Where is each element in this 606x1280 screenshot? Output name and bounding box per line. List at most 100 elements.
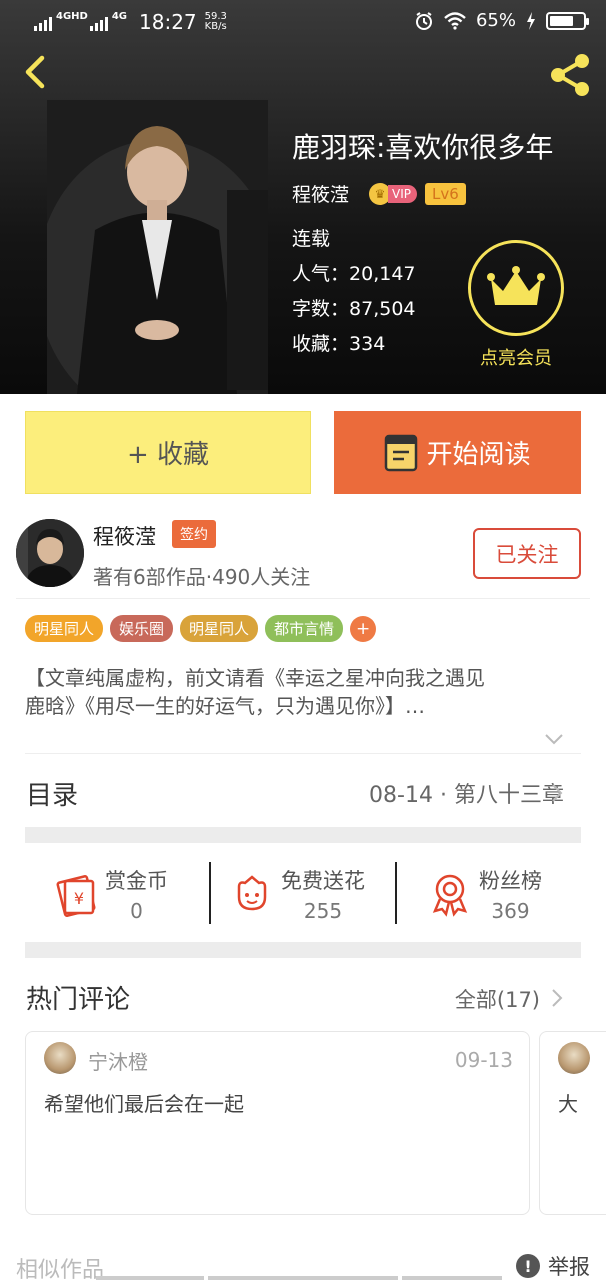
report-button[interactable]: ! 举报 (516, 1251, 590, 1280)
author-works: 著有6部作品 (93, 565, 206, 589)
similar-item-edge (208, 1276, 398, 1280)
tag-list: 明星同人 娱乐圈 明星同人 都市言情 + (25, 615, 377, 642)
start-reading-button[interactable]: 开始阅读 (334, 411, 581, 494)
add-favorite-button[interactable]: + 收藏 (25, 411, 311, 494)
comment-text: 大 (558, 1092, 578, 1116)
battery-icon (546, 11, 589, 30)
reward-value: 369 (491, 899, 530, 923)
reward-label: 免费送花 (281, 869, 365, 893)
section-divider (25, 942, 581, 958)
tag-item[interactable]: 明星同人 (25, 615, 104, 642)
signal-icon (89, 13, 108, 31)
alert-icon: ! (516, 1254, 540, 1278)
book-stats: 连载 人气：20,147 字数：87,504 收藏：334 (292, 226, 416, 366)
book-author[interactable]: 程筱滢 (292, 180, 349, 207)
author-meta: 著有6部作品·490人关注 (93, 561, 310, 590)
battery-percent: 65% (475, 10, 516, 31)
charging-icon (527, 11, 535, 30)
vip-badge: ♛ VIP (369, 182, 417, 205)
more-tags-button[interactable]: + (350, 615, 377, 642)
chevron-right-icon[interactable] (550, 782, 564, 804)
comment-card[interactable]: 大 (539, 1031, 606, 1215)
popularity-label: 人气： (292, 263, 350, 285)
similar-works-title: 相似作品 (16, 1258, 105, 1280)
reward-value: 255 (303, 899, 343, 923)
commenter-avatar[interactable] (44, 1042, 76, 1074)
section-divider (25, 827, 581, 843)
red-envelope-icon: ¥ (56, 875, 96, 917)
chevron-down-icon[interactable] (543, 728, 565, 750)
start-reading-label: 开始阅读 (426, 440, 531, 470)
network-speed: 59.3 KB/s (205, 12, 227, 32)
signal-icon (34, 13, 52, 31)
author-name[interactable]: 程筱滢 (93, 521, 156, 551)
words-value: 87,504 (349, 298, 416, 320)
svg-text:¥: ¥ (74, 889, 84, 908)
book-cover-image[interactable] (47, 100, 268, 394)
chevron-right-icon[interactable] (550, 987, 564, 1009)
speed-unit: KB/s (204, 21, 227, 32)
reward-coins[interactable]: ¥ 赏金币 0 (53, 856, 168, 932)
divider (395, 862, 397, 924)
book-header: 4GHD 4G 18:27 59.3 KB/s 65% 鹿羽琛:喜欢你很多年 程… (0, 0, 606, 394)
status-bar: 4GHD 4G 18:27 59.3 KB/s 65% (0, 0, 606, 46)
status-time: 18:27 (139, 10, 197, 34)
report-label: 举报 (548, 1255, 590, 1279)
divider (25, 753, 581, 754)
tag-item[interactable]: 明星同人 (180, 615, 259, 642)
book-icon (385, 434, 418, 471)
tag-item[interactable]: 娱乐圈 (110, 615, 174, 642)
popularity-stat: 人气：20,147 (292, 261, 416, 296)
reward-flowers[interactable]: 免费送花 255 (229, 856, 365, 932)
latest-chapter[interactable]: 08-14 · 第八十三章 (369, 777, 564, 809)
book-title: 鹿羽琛:喜欢你很多年 (292, 131, 554, 164)
follow-button[interactable]: 已关注 (473, 528, 581, 579)
rewards-bar: ¥ 赏金币 0 免费送花 255 粉丝榜 369 (25, 856, 581, 932)
similar-item-edge (96, 1276, 204, 1280)
reward-fans-rank[interactable]: 粉丝榜 369 (427, 856, 542, 932)
tag-item[interactable]: 都市言情 (265, 615, 344, 642)
level-badge: Lv6 (425, 182, 466, 205)
words-label: 字数： (292, 298, 350, 320)
crown-icon (468, 240, 564, 336)
description-line: 【文章纯属虚构，前文请看《幸运之星冲向我之遇见 (25, 666, 485, 690)
commenter-name[interactable]: 宁沐橙 (88, 1046, 148, 1075)
author-avatar[interactable] (16, 519, 84, 587)
reward-label: 粉丝榜 (479, 869, 542, 893)
divider (16, 598, 590, 599)
reward-label: 赏金币 (105, 869, 168, 893)
member-button[interactable]: 点亮会员 (466, 240, 566, 370)
all-comments-link[interactable]: 全部(17) (455, 984, 540, 1014)
network-type: 4G (111, 10, 128, 22)
cover-figure (47, 100, 268, 394)
popularity-value: 20,147 (349, 263, 416, 285)
favorites-label: 收藏： (292, 333, 350, 355)
battery-level (550, 15, 573, 26)
author-line: 程筱滢 ♛ VIP Lv6 (292, 180, 466, 207)
latest-chapter-date: 08-14 (369, 783, 433, 808)
word-count-stat: 字数：87,504 (292, 296, 416, 331)
divider (209, 862, 211, 924)
favorites-value: 334 (349, 333, 386, 355)
comment-date: 09-13 (454, 1048, 513, 1072)
latest-chapter-name: 第八十三章 (453, 783, 564, 808)
commenter-avatar[interactable] (558, 1042, 590, 1074)
medal-icon (432, 874, 468, 917)
comment-text: 希望他们最后会在一起 (44, 1092, 244, 1116)
comment-card[interactable]: 宁沐橙 09-13 希望他们最后会在一起 (25, 1031, 530, 1215)
hot-comments-title: 热门评论 (26, 985, 131, 1015)
alarm-icon (415, 11, 432, 30)
member-label: 点亮会员 (480, 348, 552, 369)
signed-badge: 签约 (172, 520, 216, 548)
description-line: 鹿晗》《用尽一生的好运气，只为遇见你》】… (25, 694, 425, 718)
chevron-left-icon[interactable] (16, 52, 56, 92)
similar-item-edge (402, 1276, 502, 1280)
wifi-icon (444, 11, 466, 30)
book-description[interactable]: 【文章纯属虚构，前文请看《幸运之星冲向我之遇见 鹿晗》《用尽一生的好运气，只为遇… (25, 664, 581, 720)
share-icon[interactable] (548, 52, 594, 98)
latest-chapter-separator: · (439, 783, 447, 808)
reward-value: 0 (130, 899, 143, 923)
flower-icon (237, 875, 267, 911)
toc-title[interactable]: 目录 (26, 775, 78, 812)
book-status: 连载 (292, 228, 331, 250)
